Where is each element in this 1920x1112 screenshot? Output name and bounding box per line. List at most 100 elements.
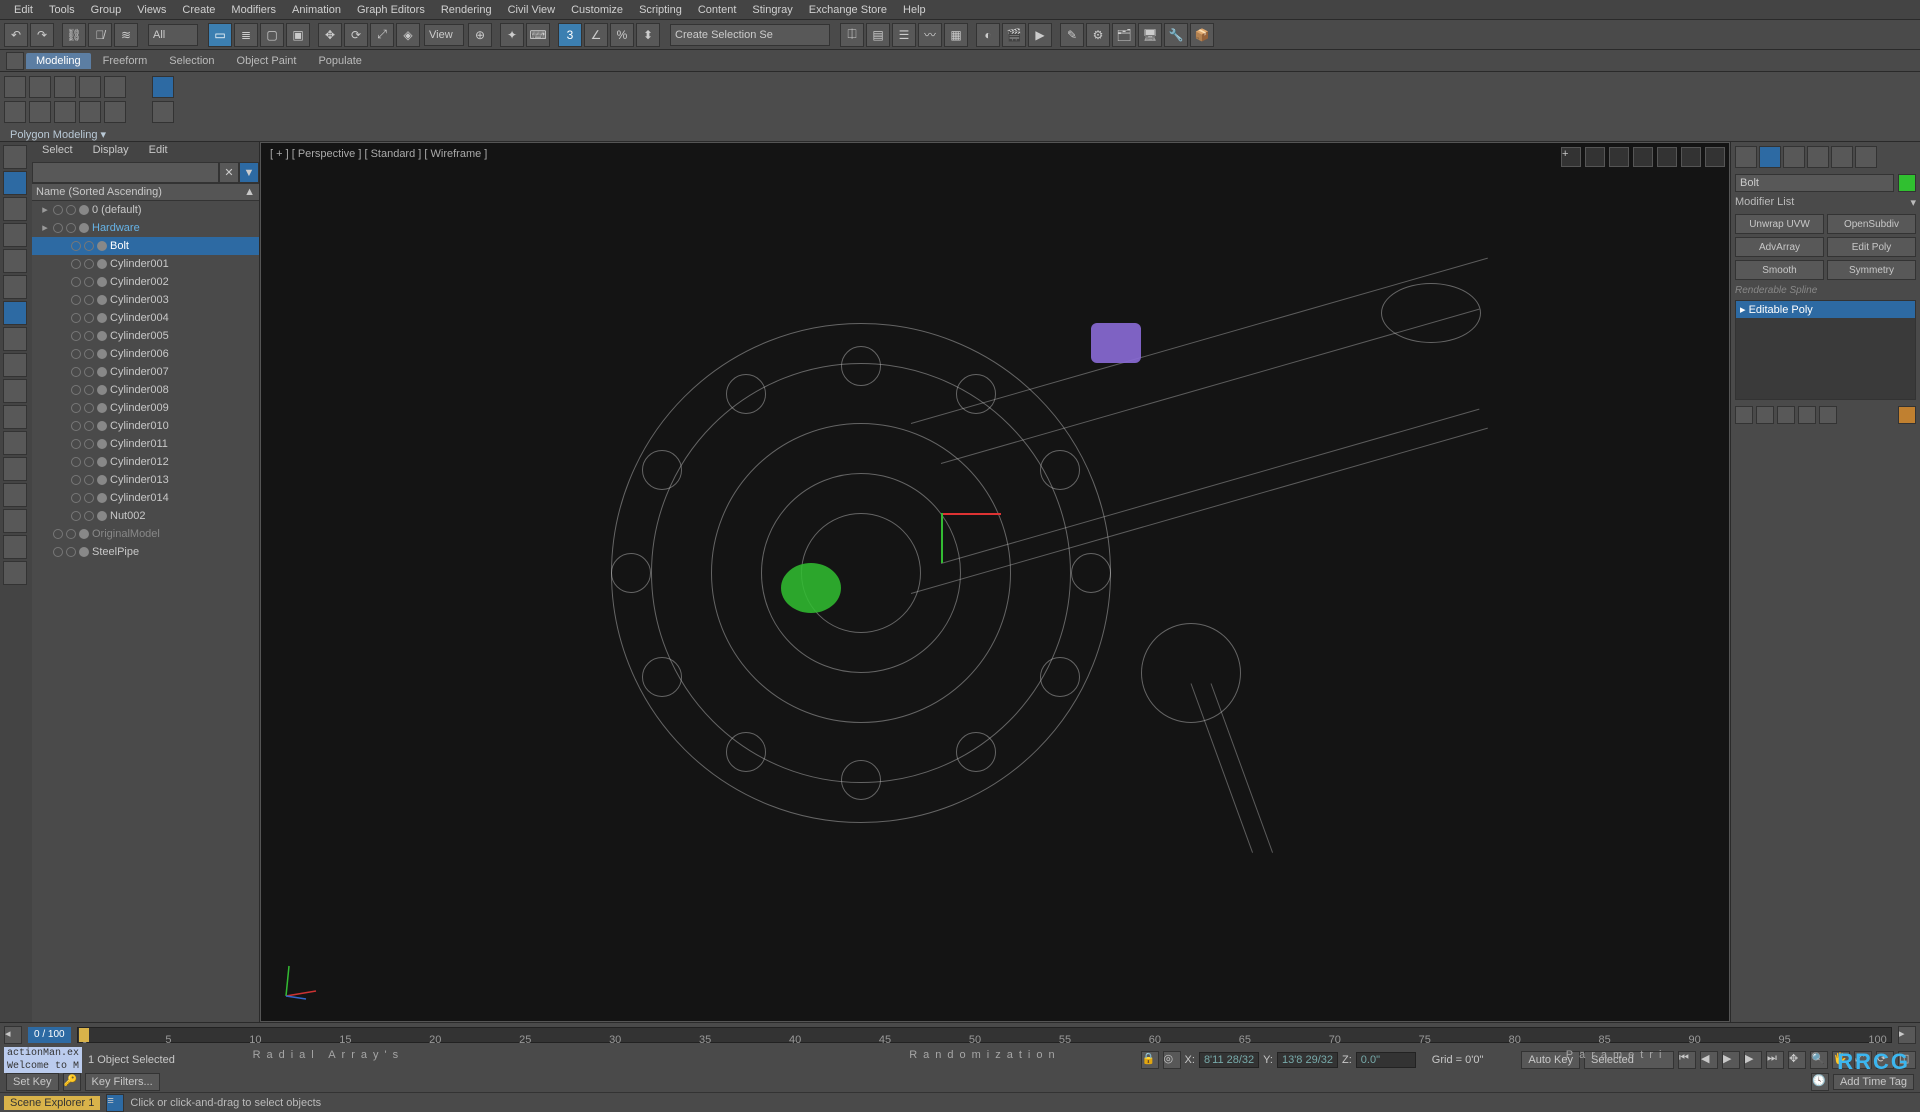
subobj-poly-button[interactable] bbox=[79, 76, 101, 98]
percent-snap-button[interactable]: % bbox=[610, 23, 634, 47]
left-icon-13[interactable] bbox=[3, 457, 27, 481]
play-button[interactable]: ▶ bbox=[1722, 1051, 1740, 1069]
left-icon-16[interactable] bbox=[3, 535, 27, 559]
redo-button[interactable]: ↷ bbox=[30, 23, 54, 47]
tree-item[interactable]: ▸ 0 (default) bbox=[32, 201, 259, 219]
tree-item[interactable]: Cylinder004 bbox=[32, 309, 259, 327]
render-frame-button[interactable]: ▶ bbox=[1028, 23, 1052, 47]
tree-item[interactable]: Cylinder013 bbox=[32, 471, 259, 489]
modifier-stack-item[interactable]: ▸ Editable Poly bbox=[1736, 301, 1915, 318]
left-icon-1[interactable] bbox=[3, 145, 27, 169]
explorer-clear-button[interactable]: ✕ bbox=[219, 162, 239, 183]
spinner-snap-button[interactable]: ⬍ bbox=[636, 23, 660, 47]
tree-item[interactable]: Cylinder009 bbox=[32, 399, 259, 417]
time-step-fwd[interactable]: ▸ bbox=[1898, 1026, 1916, 1044]
window-crossing-button[interactable]: ▣ bbox=[286, 23, 310, 47]
time-tag-icon[interactable]: 🕓 bbox=[1811, 1073, 1829, 1091]
modeling-b3[interactable] bbox=[54, 101, 76, 123]
snap-toggle-button[interactable]: 3 bbox=[558, 23, 582, 47]
modeling-b2[interactable] bbox=[29, 101, 51, 123]
modifier-button-symmetry[interactable]: Symmetry bbox=[1827, 260, 1916, 280]
left-icon-11[interactable] bbox=[3, 405, 27, 429]
explorer-search-input[interactable] bbox=[32, 162, 219, 183]
key-icon[interactable]: 🔑 bbox=[63, 1073, 81, 1091]
menu-item-help[interactable]: Help bbox=[895, 0, 934, 19]
left-icon-4[interactable] bbox=[3, 223, 27, 247]
left-icon-9[interactable] bbox=[3, 353, 27, 377]
left-icon-17[interactable] bbox=[3, 561, 27, 585]
tool2-button[interactable]: ⚙ bbox=[1086, 23, 1110, 47]
named-selection-dropdown[interactable]: Create Selection Se bbox=[670, 24, 830, 46]
left-icon-14[interactable] bbox=[3, 483, 27, 507]
cp-tab-modify[interactable] bbox=[1759, 146, 1781, 168]
menu-item-animation[interactable]: Animation bbox=[284, 0, 349, 19]
modeling-b6[interactable] bbox=[152, 101, 174, 123]
config-mod-button[interactable] bbox=[1819, 406, 1837, 424]
tree-item[interactable]: Cylinder003 bbox=[32, 291, 259, 309]
tree-item[interactable]: Nut002 bbox=[32, 507, 259, 525]
menu-item-tools[interactable]: Tools bbox=[41, 0, 83, 19]
rotate-button[interactable]: ⟳ bbox=[344, 23, 368, 47]
vp-btn-5[interactable] bbox=[1681, 147, 1701, 167]
selection-filter-dropdown[interactable]: All bbox=[148, 24, 198, 46]
modeling-b1[interactable] bbox=[4, 101, 26, 123]
object-name-input[interactable] bbox=[1735, 174, 1894, 192]
viewport-label[interactable]: [ + ] [ Perspective ] [ Standard ] [ Wir… bbox=[270, 148, 487, 160]
scale-button[interactable]: ⤢ bbox=[370, 23, 394, 47]
time-step-back[interactable]: ◂ bbox=[4, 1026, 22, 1044]
tree-item[interactable]: Cylinder001 bbox=[32, 255, 259, 273]
object-color-swatch[interactable] bbox=[1898, 174, 1916, 192]
tree-item[interactable]: OriginalModel bbox=[32, 525, 259, 543]
polygon-modeling-label[interactable]: Polygon Modeling ▾ bbox=[4, 126, 1916, 143]
manipulate-button[interactable]: ✦ bbox=[500, 23, 524, 47]
tree-item[interactable]: Cylinder012 bbox=[32, 453, 259, 471]
key-filters-button[interactable]: Key Filters... bbox=[85, 1073, 160, 1091]
subobj-element-button[interactable] bbox=[104, 76, 126, 98]
tool6-button[interactable]: 📦 bbox=[1190, 23, 1214, 47]
vp-btn-6[interactable] bbox=[1705, 147, 1725, 167]
modifier-button-advarray[interactable]: AdvArray bbox=[1735, 237, 1824, 257]
menu-item-customize[interactable]: Customize bbox=[563, 0, 631, 19]
modifier-button-edit-poly[interactable]: Edit Poly bbox=[1827, 237, 1916, 257]
menu-item-scripting[interactable]: Scripting bbox=[631, 0, 690, 19]
goto-start-button[interactable]: ⏮ bbox=[1678, 1051, 1696, 1069]
goto-end-button[interactable]: ⏭ bbox=[1766, 1051, 1784, 1069]
tree-item[interactable]: ▸ Hardware bbox=[32, 219, 259, 237]
lock-selection-button[interactable]: 🔒 bbox=[1141, 1051, 1159, 1069]
menu-item-group[interactable]: Group bbox=[83, 0, 130, 19]
tree-item[interactable]: Cylinder011 bbox=[32, 435, 259, 453]
menu-item-edit[interactable]: Edit bbox=[6, 0, 41, 19]
schematic-button[interactable]: ▦ bbox=[944, 23, 968, 47]
tool4-button[interactable]: 🖥 bbox=[1138, 23, 1162, 47]
left-icon-2[interactable] bbox=[3, 171, 27, 195]
vp-btn-3[interactable] bbox=[1633, 147, 1653, 167]
vp-btn-4[interactable] bbox=[1657, 147, 1677, 167]
align-button[interactable]: ▤ bbox=[866, 23, 890, 47]
ribbon-tab-modeling[interactable]: Modeling bbox=[26, 53, 91, 69]
tree-item[interactable]: Cylinder014 bbox=[32, 489, 259, 507]
left-icon-6[interactable] bbox=[3, 275, 27, 299]
menu-item-views[interactable]: Views bbox=[129, 0, 174, 19]
left-icon-15[interactable] bbox=[3, 509, 27, 533]
subobj-vertex-button[interactable] bbox=[4, 76, 26, 98]
tree-item[interactable]: Cylinder010 bbox=[32, 417, 259, 435]
tool3-button[interactable]: 🗂 bbox=[1112, 23, 1136, 47]
modifier-list-label[interactable]: Modifier List▾ bbox=[1731, 194, 1920, 211]
modeling-b4[interactable] bbox=[79, 101, 101, 123]
vp-btn-add[interactable]: + bbox=[1561, 147, 1581, 167]
explorer-tab-edit[interactable]: Edit bbox=[139, 142, 178, 162]
left-icon-12[interactable] bbox=[3, 431, 27, 455]
add-time-tag-button[interactable]: Add Time Tag bbox=[1833, 1074, 1914, 1090]
tree-item[interactable]: Cylinder007 bbox=[32, 363, 259, 381]
menu-item-stingray[interactable]: Stingray bbox=[744, 0, 800, 19]
ribbon-min-icon[interactable] bbox=[6, 52, 24, 70]
tree-item[interactable]: SteelPipe bbox=[32, 543, 259, 561]
menu-item-create[interactable]: Create bbox=[174, 0, 223, 19]
explorer-filter-button[interactable]: ▼ bbox=[239, 162, 259, 183]
left-icon-3[interactable] bbox=[3, 197, 27, 221]
angle-snap-button[interactable]: ∠ bbox=[584, 23, 608, 47]
scene-explorer-footer[interactable]: Scene Explorer 1 bbox=[4, 1096, 100, 1110]
z-value[interactable]: 0.0" bbox=[1356, 1052, 1416, 1068]
mirror-button[interactable]: ⎅ bbox=[840, 23, 864, 47]
x-value[interactable]: 8'11 28/32 bbox=[1199, 1052, 1259, 1068]
